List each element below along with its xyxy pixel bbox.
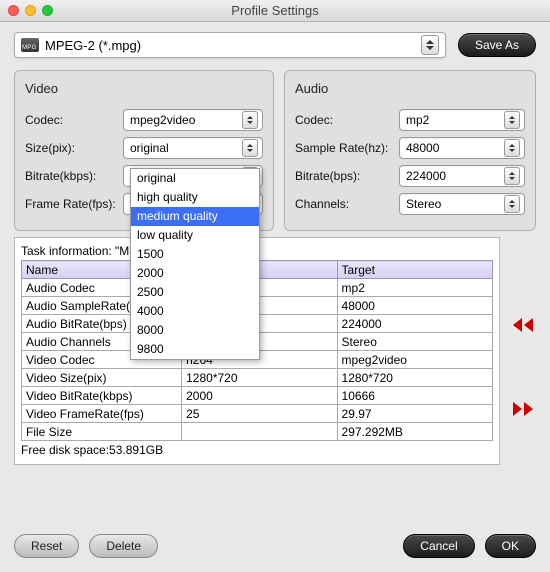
audio-panel: Audio Codec: mp2 Sample Rate(hz): 48000 … [284, 70, 536, 231]
cancel-button[interactable]: Cancel [403, 534, 474, 558]
prev-task-button[interactable] [513, 318, 533, 332]
bitrate-option[interactable]: 1500 [131, 245, 259, 264]
audio-codec-select[interactable]: mp2 [399, 109, 525, 131]
forward-icon [513, 402, 522, 416]
cell-source [182, 423, 337, 441]
video-size-label: Size(pix): [25, 141, 123, 155]
cell-target: mp2 [337, 279, 492, 297]
bitrate-option[interactable]: original [131, 169, 259, 188]
profile-format-value: MPEG-2 (*.mpg) [45, 38, 417, 53]
audio-bitrate-select[interactable]: 224000 [399, 165, 525, 187]
stepper-icon [242, 111, 258, 129]
stepper-icon [242, 139, 258, 157]
cell-target: 224000 [337, 315, 492, 333]
table-row: Video BitRate(kbps)200010666 [22, 387, 493, 405]
cell-target: 29.97 [337, 405, 492, 423]
cell-target: 48000 [337, 297, 492, 315]
ok-button[interactable]: OK [485, 534, 536, 558]
audio-channels-select[interactable]: Stereo [399, 193, 525, 215]
audio-bitrate-label: Bitrate(bps): [295, 169, 399, 183]
col-target: Target [337, 261, 492, 279]
cell-name: File Size [22, 423, 182, 441]
video-codec-select[interactable]: mpeg2video [123, 109, 263, 131]
bitrate-option[interactable]: medium quality [131, 207, 259, 226]
table-row: Video FrameRate(fps)2529.97 [22, 405, 493, 423]
cell-source: 1280*720 [182, 369, 337, 387]
video-panel: Video Codec: mpeg2video Size(pix): origi… [14, 70, 274, 231]
delete-button[interactable]: Delete [89, 534, 158, 558]
window-title: Profile Settings [0, 3, 550, 18]
save-as-button[interactable]: Save As [458, 33, 536, 57]
video-codec-label: Codec: [25, 113, 123, 127]
table-row: File Size 297.292MB [22, 423, 493, 441]
mpg-file-icon [21, 38, 39, 52]
stepper-icon [421, 35, 439, 55]
cell-target: 1280*720 [337, 369, 492, 387]
video-framerate-label: Frame Rate(fps): [25, 197, 123, 211]
audio-channels-label: Channels: [295, 197, 399, 211]
cell-target: Stereo [337, 333, 492, 351]
bitrate-option[interactable]: low quality [131, 226, 259, 245]
cell-target: mpeg2video [337, 351, 492, 369]
stepper-icon [504, 195, 520, 213]
audio-panel-title: Audio [295, 81, 525, 96]
rewind-icon [513, 318, 522, 332]
titlebar: Profile Settings [0, 0, 550, 22]
profile-format-select[interactable]: MPEG-2 (*.mpg) [14, 32, 446, 58]
video-size-select[interactable]: original [123, 137, 263, 159]
audio-codec-label: Codec: [295, 113, 399, 127]
stepper-icon [504, 139, 520, 157]
bitrate-option[interactable]: high quality [131, 188, 259, 207]
reset-button[interactable]: Reset [14, 534, 79, 558]
bitrate-option[interactable]: 2000 [131, 264, 259, 283]
footer: Reset Delete Cancel OK [0, 534, 550, 558]
rewind-icon [524, 318, 533, 332]
next-task-button[interactable] [513, 402, 533, 416]
cell-source: 25 [182, 405, 337, 423]
cell-source: 2000 [182, 387, 337, 405]
table-row: Video Size(pix)1280*7201280*720 [22, 369, 493, 387]
forward-icon [524, 402, 533, 416]
cell-target: 297.292MB [337, 423, 492, 441]
free-disk-label: Free disk space:53.891GB [21, 443, 493, 457]
stepper-icon [504, 167, 520, 185]
video-panel-title: Video [25, 81, 263, 96]
bitrate-option[interactable]: 9800 [131, 340, 259, 359]
bitrate-option[interactable]: 2500 [131, 283, 259, 302]
cell-target: 10666 [337, 387, 492, 405]
audio-samplerate-select[interactable]: 48000 [399, 137, 525, 159]
cell-name: Video BitRate(kbps) [22, 387, 182, 405]
audio-samplerate-label: Sample Rate(hz): [295, 141, 399, 155]
video-bitrate-label: Bitrate(kbps): [25, 169, 123, 183]
video-bitrate-dropdown[interactable]: originalhigh qualitymedium qualitylow qu… [130, 168, 260, 360]
cell-name: Video FrameRate(fps) [22, 405, 182, 423]
bitrate-option[interactable]: 4000 [131, 302, 259, 321]
cell-name: Video Size(pix) [22, 369, 182, 387]
stepper-icon [504, 111, 520, 129]
bitrate-option[interactable]: 8000 [131, 321, 259, 340]
